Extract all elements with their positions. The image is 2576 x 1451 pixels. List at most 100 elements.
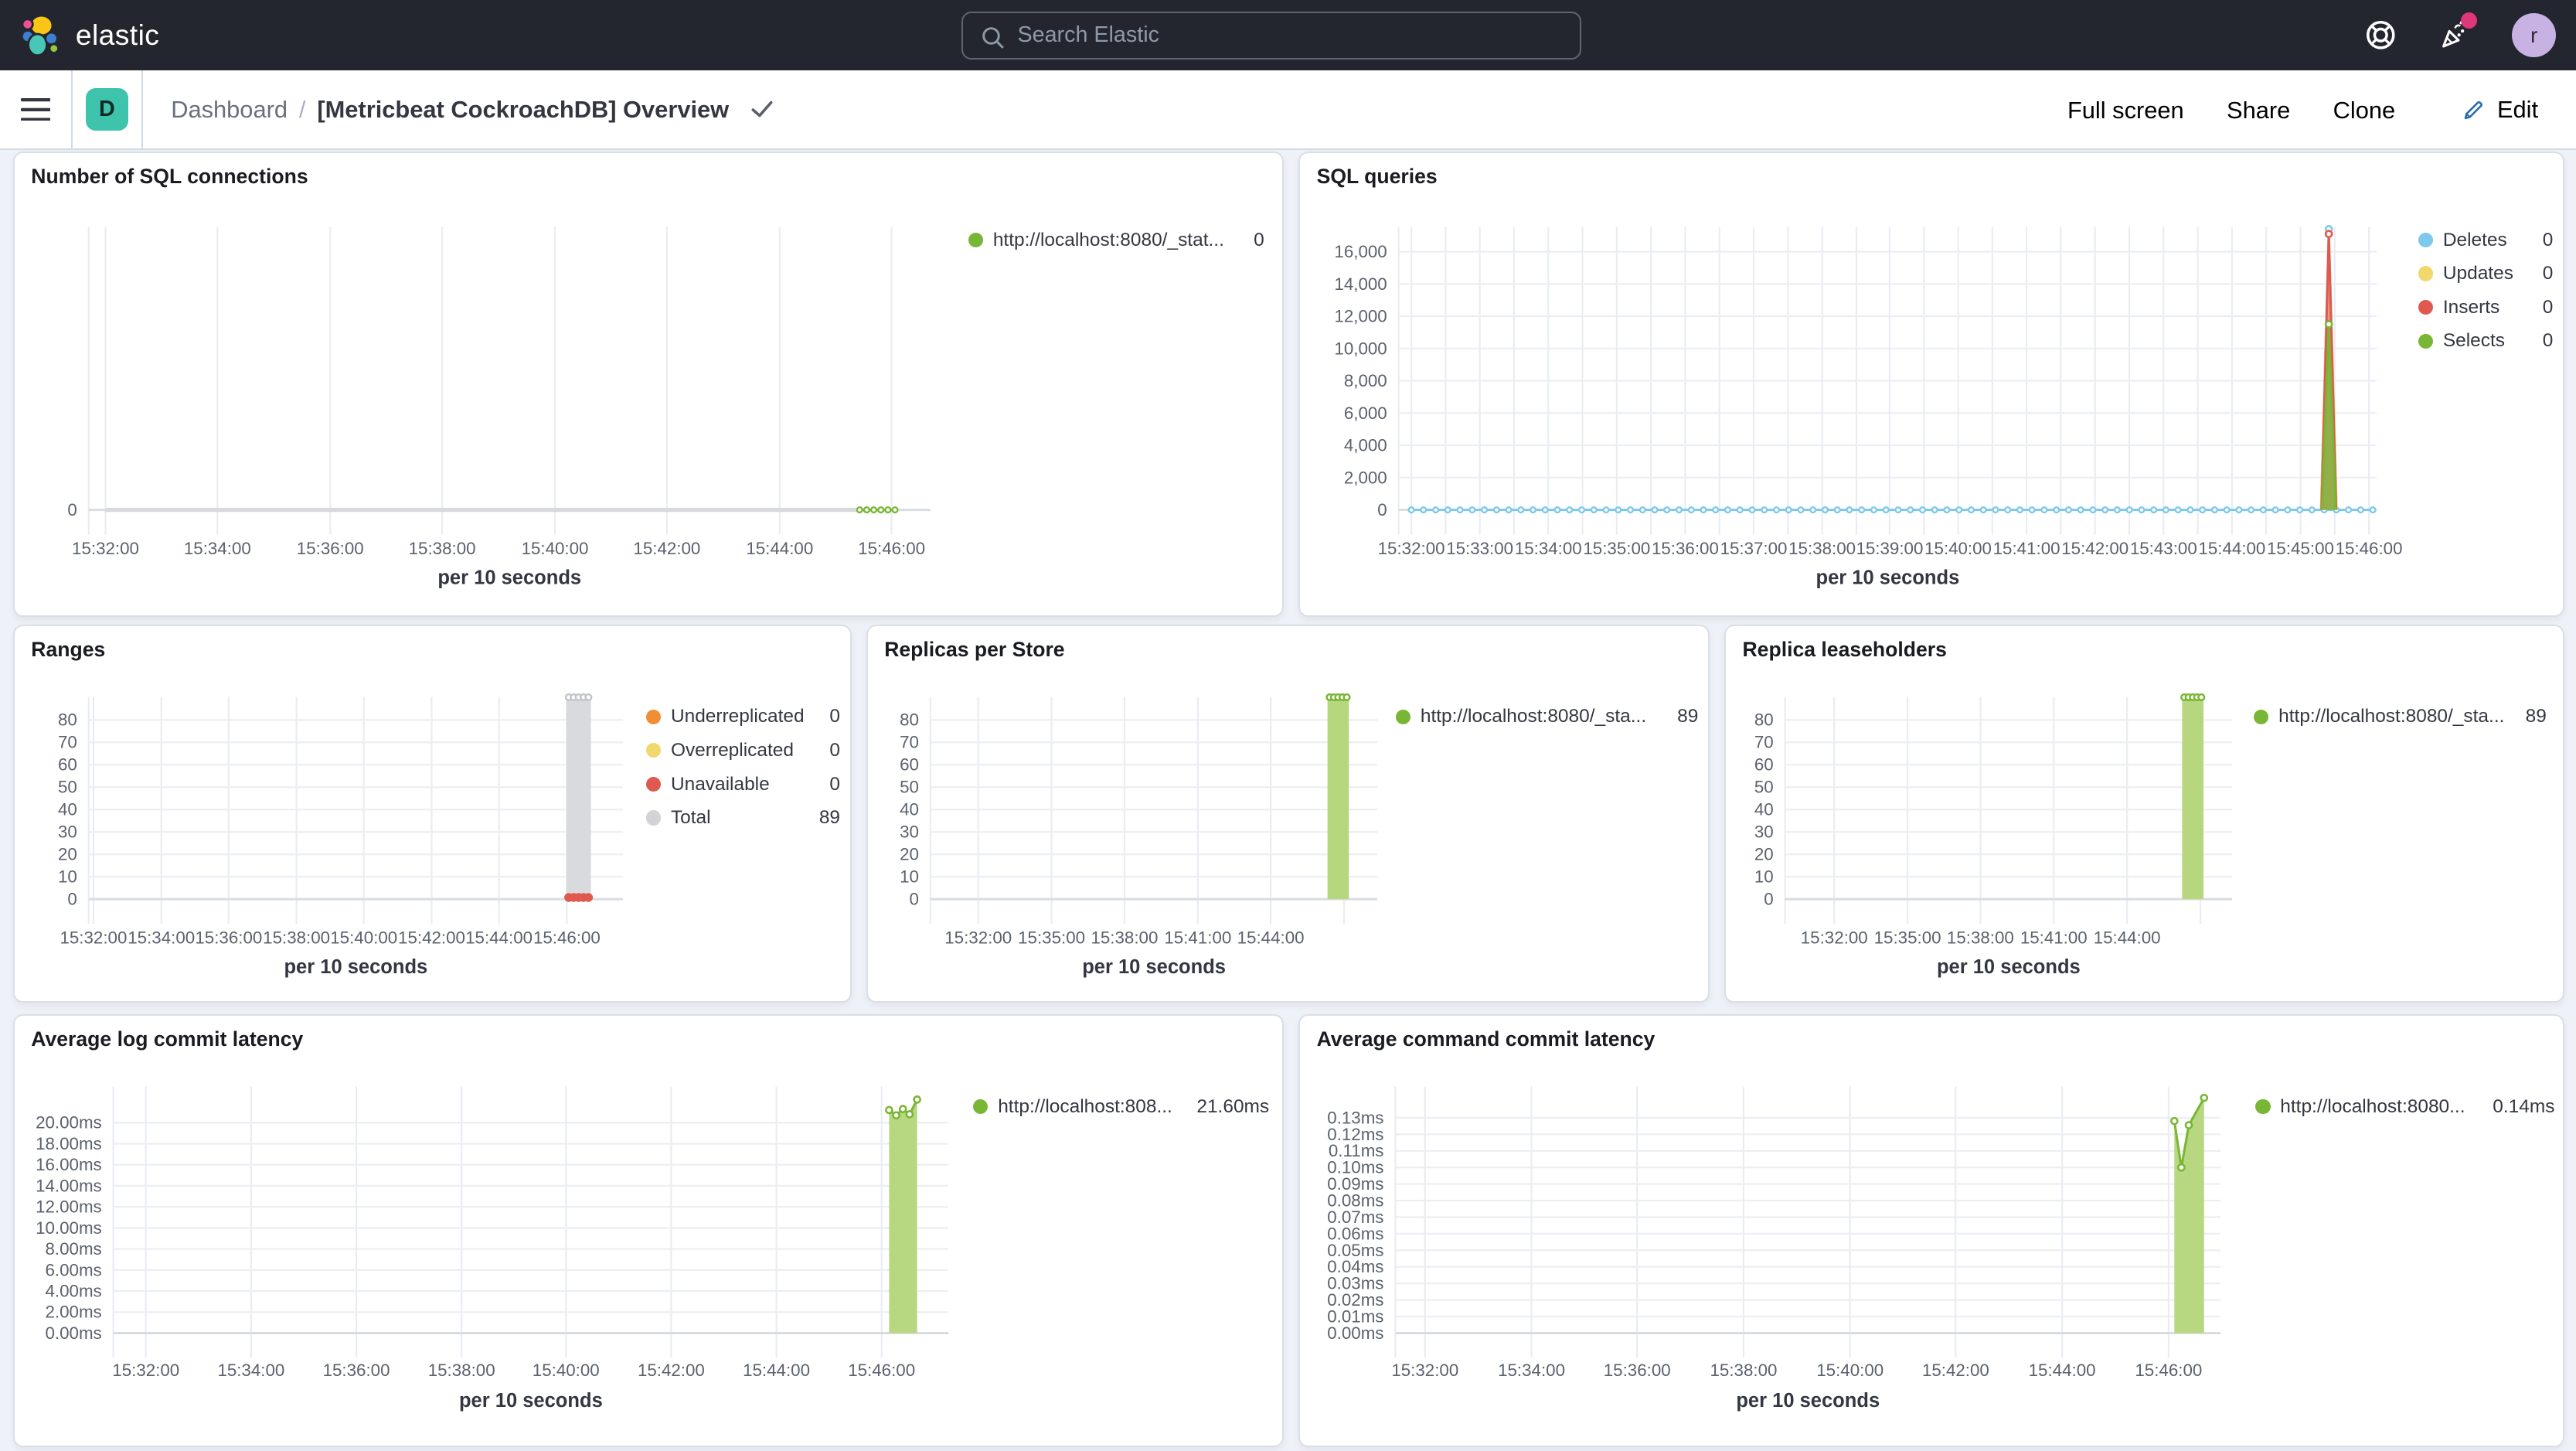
- svg-text:15:44:00: 15:44:00: [743, 1361, 810, 1380]
- legend-label[interactable]: http://localhost:8080/_sta...: [2278, 707, 2504, 727]
- svg-text:per 10 seconds: per 10 seconds: [459, 1391, 603, 1412]
- svg-text:15:42:00: 15:42:00: [638, 1361, 705, 1380]
- svg-text:15:41:00: 15:41:00: [2020, 928, 2088, 948]
- svg-text:15:35:00: 15:35:00: [1874, 928, 1941, 948]
- check-icon[interactable]: [749, 96, 775, 122]
- chart-sql-queries[interactable]: 0 2,000 4,000 6,000 8,000 10,000 12,000 14,000 1…: [1300, 153, 2566, 618]
- svg-text:15:34:00: 15:34:00: [184, 539, 251, 558]
- share-button[interactable]: Share: [2227, 97, 2290, 124]
- svg-text:80: 80: [1754, 710, 1774, 730]
- svg-text:15:33:00: 15:33:00: [1447, 539, 1514, 558]
- legend-label[interactable]: http://localhost:808...: [998, 1097, 1172, 1117]
- legend-label[interactable]: http://localhost:8080/_sta...: [1421, 707, 1646, 727]
- svg-text:0.00ms: 0.00ms: [1328, 1323, 1384, 1343]
- svg-text:15:42:00: 15:42:00: [398, 928, 465, 948]
- svg-text:60: 60: [900, 755, 919, 775]
- legend-label[interactable]: Unavailable: [671, 775, 770, 795]
- breadcrumb-dashboard[interactable]: Dashboard: [171, 96, 288, 124]
- legend-label[interactable]: Overreplicated: [671, 741, 794, 761]
- svg-text:15:32:00: 15:32:00: [1801, 928, 1868, 948]
- chart-average-command-commit-latency[interactable]: 0.00ms0.01ms0.02ms0.03ms0.04ms0.05ms0.06…: [1300, 1016, 2566, 1448]
- svg-text:15:45:00: 15:45:00: [2267, 539, 2334, 558]
- avatar[interactable]: r: [2512, 13, 2557, 58]
- page-title[interactable]: [Metricbeat CockroachDB] Overview: [317, 96, 729, 124]
- notification-dot: [2461, 12, 2478, 29]
- svg-text:50: 50: [58, 778, 77, 797]
- legend-value: 21.60ms: [1196, 1095, 1270, 1117]
- svg-text:2,000: 2,000: [1344, 468, 1387, 487]
- whats-new-icon[interactable]: [2438, 12, 2478, 52]
- legend-value: 0: [2542, 330, 2554, 352]
- legend: http://localhost:8080/_sta... 89: [2254, 707, 2547, 741]
- legend-label[interactable]: http://localhost:8080/_stat...: [993, 230, 1224, 250]
- svg-text:15:36:00: 15:36:00: [297, 539, 364, 558]
- svg-text:4,000: 4,000: [1344, 435, 1387, 455]
- legend-label[interactable]: Updates: [2443, 264, 2513, 284]
- legend-label[interactable]: Underreplicated: [671, 707, 805, 727]
- legend: Deletes 0 Updates 0 Inserts 0 Selects 0: [2418, 230, 2553, 365]
- svg-text:18.00ms: 18.00ms: [36, 1134, 102, 1153]
- legend-label[interactable]: http://localhost:8080...: [2280, 1097, 2465, 1117]
- legend-item: Inserts 0: [2418, 298, 2553, 318]
- legend-value: 0: [829, 773, 841, 795]
- clone-button[interactable]: Clone: [2333, 97, 2396, 124]
- svg-text:15:34:00: 15:34:00: [1515, 539, 1582, 558]
- elastic-logo[interactable]: elastic: [20, 14, 160, 57]
- svg-text:0.13ms: 0.13ms: [1328, 1109, 1384, 1128]
- legend-label[interactable]: Selects: [2443, 331, 2505, 351]
- search-input[interactable]: [963, 12, 1581, 58]
- legend-item: http://localhost:808... 21.60ms: [973, 1095, 1270, 1117]
- svg-text:15:41:00: 15:41:00: [1164, 928, 1231, 948]
- svg-text:15:38:00: 15:38:00: [1947, 928, 2014, 948]
- svg-text:15:44:00: 15:44:00: [2029, 1361, 2096, 1380]
- legend-label[interactable]: Deletes: [2443, 230, 2507, 250]
- svg-text:0.07ms: 0.07ms: [1328, 1207, 1384, 1227]
- svg-text:0.10ms: 0.10ms: [1328, 1158, 1384, 1177]
- svg-text:per 10 seconds: per 10 seconds: [1082, 956, 1226, 978]
- menu-button[interactable]: [0, 70, 73, 148]
- svg-text:15:38:00: 15:38:00: [1788, 539, 1856, 558]
- svg-text:15:44:00: 15:44:00: [1237, 928, 1305, 948]
- svg-text:15:34:00: 15:34:00: [128, 928, 195, 948]
- svg-text:15:44:00: 15:44:00: [746, 539, 813, 558]
- svg-text:20: 20: [1754, 845, 1774, 864]
- svg-text:80: 80: [58, 710, 77, 730]
- legend-dot: [646, 743, 662, 758]
- svg-text:15:43:00: 15:43:00: [2130, 539, 2197, 558]
- search-icon: [982, 26, 1003, 49]
- svg-text:15:41:00: 15:41:00: [1993, 539, 2060, 558]
- svg-text:80: 80: [900, 710, 919, 730]
- hamburger-icon: [20, 97, 50, 121]
- svg-text:16.00ms: 16.00ms: [36, 1156, 102, 1175]
- svg-text:0: 0: [67, 890, 77, 909]
- edit-button[interactable]: Edit: [2438, 84, 2561, 136]
- svg-text:15:32:00: 15:32:00: [60, 928, 127, 948]
- svg-text:15:35:00: 15:35:00: [1584, 539, 1651, 558]
- legend-label[interactable]: Inserts: [2443, 298, 2499, 318]
- chart-replica-leaseholders[interactable]: 0 10 20 30 40 50 60 70 80 15:32:00 15:35:00 15:38:0…: [1726, 626, 2566, 1004]
- help-icon[interactable]: [2364, 19, 2397, 52]
- svg-text:20: 20: [900, 845, 919, 864]
- svg-text:12,000: 12,000: [1335, 306, 1387, 325]
- legend-dot: [646, 709, 662, 724]
- legend-item: http://localhost:8080/_sta... 89: [2254, 707, 2547, 727]
- svg-text:15:40:00: 15:40:00: [533, 1361, 600, 1380]
- legend-value: 89: [818, 807, 841, 829]
- panel-replicas-per-store: 0 10 20 30 40 50 60 70 80 15:32:00 15:35:00 15:38:0…: [866, 625, 1710, 1003]
- chart-average-log-commit-latency[interactable]: 0.00ms2.00ms 4.00ms 6.00ms 8.00ms10.00ms12.…: [15, 1016, 1285, 1448]
- chart-number-of-sql-connections[interactable]: 0 15:32:00 15:34:00 15:36:00 15:38:00 15:40:0…: [15, 153, 1285, 618]
- panel-title: Average command commit latency: [1316, 1027, 1656, 1051]
- svg-text:15:36:00: 15:36:00: [1604, 1361, 1671, 1380]
- svg-text:50: 50: [900, 778, 919, 797]
- legend-dot: [646, 810, 662, 826]
- svg-text:2.00ms: 2.00ms: [46, 1303, 102, 1322]
- dashboard-badge: D: [85, 87, 128, 131]
- svg-text:15:46:00: 15:46:00: [533, 928, 601, 948]
- full-screen-button[interactable]: Full screen: [2067, 97, 2184, 124]
- svg-text:0.03ms: 0.03ms: [1328, 1274, 1384, 1293]
- pencil-icon: [2464, 100, 2483, 119]
- chart-replicas-per-store[interactable]: 0 10 20 30 40 50 60 70 80 15:32:00 15:35:00 15:38:0…: [868, 626, 1711, 1004]
- legend: http://localhost:8080/_stat... 0: [968, 230, 1264, 264]
- svg-text:0: 0: [1764, 890, 1773, 909]
- legend-label[interactable]: Total: [671, 808, 711, 828]
